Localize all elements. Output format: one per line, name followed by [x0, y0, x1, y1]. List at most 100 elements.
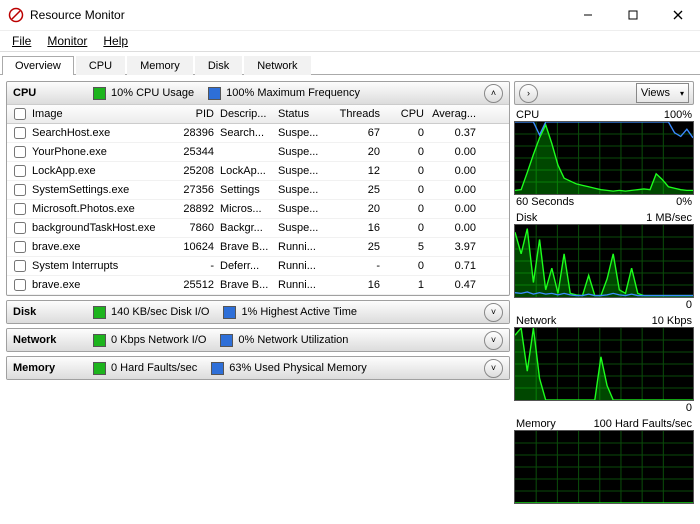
tab-disk[interactable]: Disk [195, 56, 242, 75]
cpu-usage-label: 10% CPU Usage [111, 87, 194, 99]
cell-pid: 10624 [171, 241, 217, 253]
tab-overview[interactable]: Overview [2, 56, 74, 75]
views-dropdown[interactable]: Views ▾ [636, 83, 689, 103]
cpu-panel-header[interactable]: CPU 10% CPU Usage 100% Maximum Frequency… [7, 82, 509, 104]
process-table: Image PID Descrip... Status Threads CPU … [7, 104, 509, 295]
network-graph-title: Network [516, 315, 556, 327]
row-checkbox[interactable] [14, 184, 26, 196]
cell-desc: Settings [217, 184, 275, 196]
tab-memory[interactable]: Memory [127, 56, 193, 75]
cell-threads: 25 [327, 241, 383, 253]
cell-status: Suspe... [275, 184, 327, 196]
app-icon [8, 7, 24, 23]
cell-threads: 16 [327, 222, 383, 234]
cell-desc: Backgr... [217, 222, 275, 234]
col-cpu[interactable]: CPU [383, 108, 427, 120]
table-header[interactable]: Image PID Descrip... Status Threads CPU … [7, 104, 509, 124]
table-row[interactable]: SystemSettings.exe 27356 Settings Suspe.… [7, 181, 509, 200]
square-icon [93, 306, 106, 319]
disk-graph-title: Disk [516, 212, 537, 224]
table-row[interactable]: backgroundTaskHost.exe 7860 Backgr... Su… [7, 219, 509, 238]
network-graph [514, 327, 694, 401]
cell-status: Suspe... [275, 127, 327, 139]
close-button[interactable] [655, 0, 700, 30]
memory-panel-header[interactable]: Memory 0 Hard Faults/sec 63% Used Physic… [7, 357, 509, 379]
row-checkbox[interactable] [14, 279, 26, 291]
row-checkbox[interactable] [14, 241, 26, 253]
window-title: Resource Monitor [30, 8, 125, 22]
col-threads[interactable]: Threads [327, 108, 383, 120]
cpu-graph-br: 0% [676, 196, 692, 208]
row-checkbox[interactable] [14, 146, 26, 158]
menu-help[interactable]: Help [95, 32, 136, 50]
disk-active-label: 1% Highest Active Time [241, 306, 357, 318]
cell-threads: 25 [327, 184, 383, 196]
col-pid[interactable]: PID [171, 108, 217, 120]
cell-cpu: 5 [383, 241, 427, 253]
cell-threads: 20 [327, 203, 383, 215]
dropdown-icon: ▾ [680, 89, 684, 98]
cell-cpu: 1 [383, 279, 427, 291]
table-row[interactable]: SearchHost.exe 28396 Search... Suspe... … [7, 124, 509, 143]
cpu-graph [514, 121, 694, 195]
cell-status: Runni... [275, 241, 327, 253]
disk-graph-scale: 1 MB/sec [646, 212, 692, 224]
cell-pid: 7860 [171, 222, 217, 234]
menu-file[interactable]: File [4, 32, 39, 50]
network-graph-scale: 10 Kbps [652, 315, 692, 327]
col-status[interactable]: Status [275, 108, 327, 120]
chevron-down-icon[interactable]: ˅ [484, 331, 503, 350]
memory-graph [514, 430, 694, 504]
chevron-right-icon[interactable]: › [519, 84, 538, 103]
row-checkbox[interactable] [14, 203, 26, 215]
cell-desc: Brave B... [217, 241, 275, 253]
col-avg[interactable]: Averag... [427, 108, 479, 120]
cell-threads: 20 [327, 146, 383, 158]
cell-pid: 28396 [171, 127, 217, 139]
cell-status: Suspe... [275, 203, 327, 215]
chevron-up-icon[interactable]: ˄ [484, 84, 503, 103]
network-io-label: 0 Kbps Network I/O [111, 334, 206, 346]
tab-cpu[interactable]: CPU [76, 56, 125, 75]
cpu-freq-label: 100% Maximum Frequency [226, 87, 360, 99]
square-icon [208, 87, 221, 100]
square-icon [93, 362, 106, 375]
minimize-button[interactable] [565, 0, 610, 30]
table-row[interactable]: brave.exe 25512 Brave B... Runni... 16 1… [7, 276, 509, 295]
col-desc[interactable]: Descrip... [217, 108, 275, 120]
cell-threads: 12 [327, 165, 383, 177]
row-checkbox[interactable] [14, 127, 26, 139]
row-checkbox[interactable] [14, 222, 26, 234]
cell-status: Runni... [275, 260, 327, 272]
table-row[interactable]: System Interrupts - Deferr... Runni... -… [7, 257, 509, 276]
table-row[interactable]: brave.exe 10624 Brave B... Runni... 25 5… [7, 238, 509, 257]
cell-image: Microsoft.Photos.exe [29, 203, 171, 215]
memory-panel: Memory 0 Hard Faults/sec 63% Used Physic… [6, 356, 510, 380]
chevron-down-icon[interactable]: ˅ [484, 359, 503, 378]
tab-network[interactable]: Network [244, 56, 310, 75]
menu-monitor[interactable]: Monitor [39, 32, 95, 50]
cpu-graph-scale: 100% [664, 109, 692, 121]
row-checkbox[interactable] [14, 165, 26, 177]
chevron-down-icon[interactable]: ˅ [484, 303, 503, 322]
disk-panel-header[interactable]: Disk 140 KB/sec Disk I/O 1% Highest Acti… [7, 301, 509, 323]
table-row[interactable]: Microsoft.Photos.exe 28892 Micros... Sus… [7, 200, 509, 219]
cpu-graph-bl: 60 Seconds [516, 196, 574, 208]
cpu-graph-title: CPU [516, 109, 539, 121]
cell-status: Runni... [275, 279, 327, 291]
cell-cpu: 0 [383, 165, 427, 177]
select-all-checkbox[interactable] [14, 108, 26, 120]
square-icon [93, 334, 106, 347]
table-row[interactable]: YourPhone.exe 25344 Suspe... 20 0 0.00 [7, 143, 509, 162]
col-image[interactable]: Image [29, 108, 171, 120]
table-row[interactable]: LockApp.exe 25208 LockAp... Suspe... 12 … [7, 162, 509, 181]
cell-avg: 0.47 [427, 279, 479, 291]
row-checkbox[interactable] [14, 260, 26, 272]
cell-image: LockApp.exe [29, 165, 171, 177]
maximize-button[interactable] [610, 0, 655, 30]
cell-avg: 0.00 [427, 203, 479, 215]
square-icon [220, 334, 233, 347]
graphs-toolbar: › Views ▾ [514, 81, 694, 105]
cell-image: brave.exe [29, 279, 171, 291]
network-panel-header[interactable]: Network 0 Kbps Network I/O 0% Network Ut… [7, 329, 509, 351]
